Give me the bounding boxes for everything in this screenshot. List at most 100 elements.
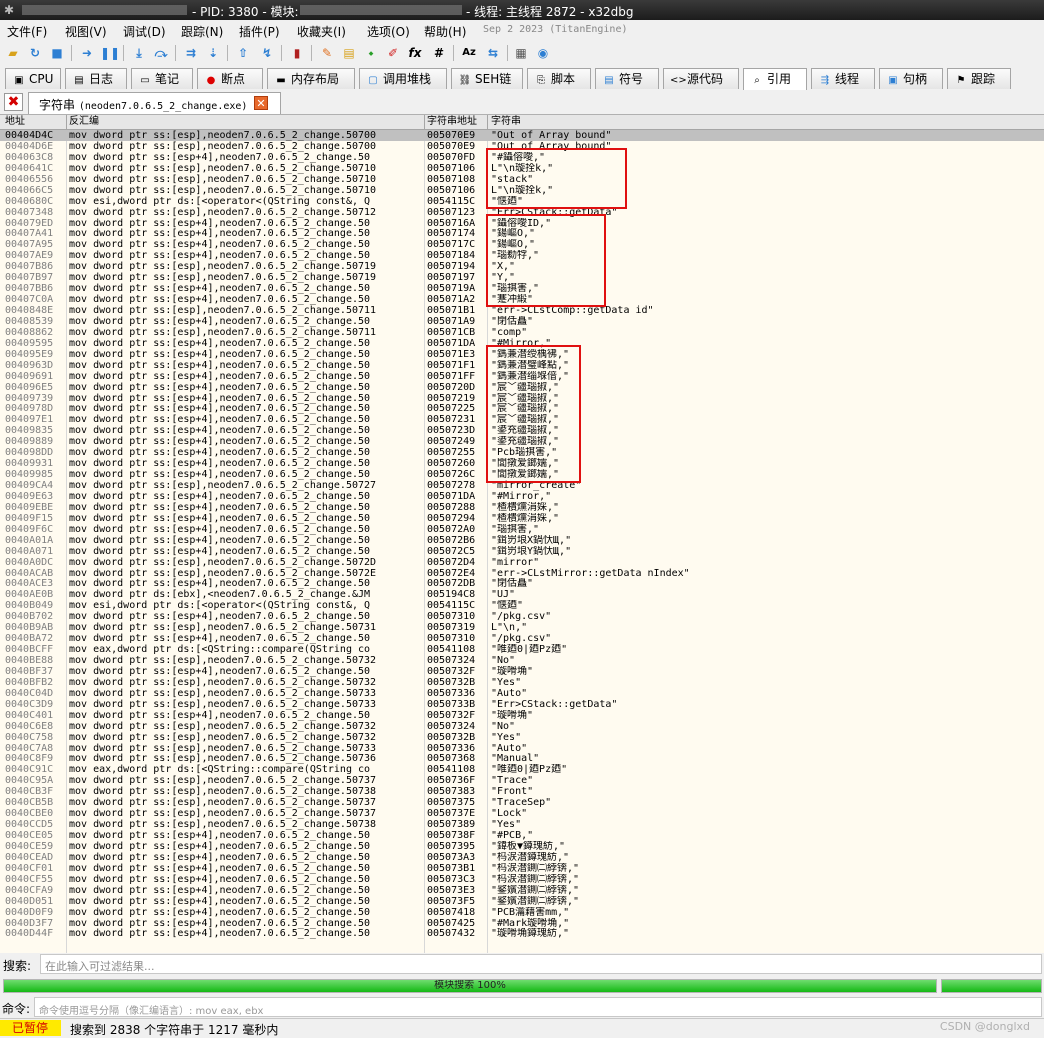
menu-file[interactable]: 文件(F) (7, 23, 47, 40)
table-row[interactable]: 0040D3F7 mov dword ptr ss:[esp+4],neoden7… (0, 918, 1044, 929)
table-row[interactable]: 0040CCD5 mov dword ptr ss:[esp],neoden7.0… (0, 819, 1044, 830)
step-over-icon[interactable]: ⤼ (152, 44, 170, 62)
tab-seh-chain[interactable]: ⛓ SEH链 (451, 68, 523, 89)
help-icon[interactable]: ◉ (534, 44, 552, 62)
command-input[interactable]: 命令使用逗号分隔（像汇编语言）: mov eax, ebx (34, 997, 1042, 1017)
open-icon[interactable]: ▰ (4, 44, 22, 62)
tab-cpu[interactable]: ▣ CPU (5, 68, 61, 89)
table-row[interactable]: 0040CBE0 mov dword ptr ss:[esp],neoden7.0… (0, 808, 1044, 819)
table-row[interactable]: 00408862 mov dword ptr ss:[esp],neoden7.0… (0, 327, 1044, 338)
table-row[interactable]: 0040C3D9 mov dword ptr ss:[esp],neoden7.0… (0, 699, 1044, 710)
function-icon[interactable]: fx (406, 44, 424, 62)
tab-notes[interactable]: ▭ 笔记 (131, 68, 193, 89)
table-row[interactable]: 0040BA72 mov dword ptr ss:[esp+4],neoden7… (0, 633, 1044, 644)
hash-icon[interactable]: # (430, 44, 448, 62)
calculator-icon[interactable]: ▦ (512, 44, 530, 62)
menu-debug[interactable]: 调试(D) (123, 23, 166, 40)
table-row[interactable]: 0040CF55 mov dword ptr ss:[esp+4],neoden7… (0, 874, 1044, 885)
table-row[interactable]: 0040CEAD mov dword ptr ss:[esp+4],neoden7… (0, 852, 1044, 863)
table-row[interactable]: 0040CE05 mov dword ptr ss:[esp+4],neoden7… (0, 830, 1044, 841)
table-row[interactable]: 0040C91C mov eax,dword ptr ds:[<QString::… (0, 764, 1044, 775)
tab-script[interactable]: ⎘ 脚本 (527, 68, 591, 89)
tab-memory-map[interactable]: ▬ 内存布局 (267, 68, 355, 89)
table-row[interactable]: 00408539 mov dword ptr ss:[esp+4],neoden7… (0, 316, 1044, 327)
restart-icon[interactable]: ↻ (26, 44, 44, 62)
trace-over-icon[interactable]: ⇣ (204, 44, 222, 62)
table-row[interactable]: 00409EBE mov dword ptr ss:[esp+4],neoden7… (0, 502, 1044, 513)
table-row[interactable]: 0040C6E8 mov dword ptr ss:[esp],neoden7.0… (0, 721, 1044, 732)
menu-trace[interactable]: 跟踪(N) (181, 23, 223, 40)
table-row[interactable]: 0040C401 mov dword ptr ss:[esp+4],neoden7… (0, 710, 1044, 721)
table-row[interactable]: 0040BE88 mov dword ptr ss:[esp],neoden7.0… (0, 655, 1044, 666)
scylla-icon[interactable]: ▮ (288, 44, 306, 62)
table-row[interactable]: 0040D0F9 mov dword ptr ss:[esp+4],neoden7… (0, 907, 1044, 918)
tab-handles[interactable]: ▣ 句柄 (879, 68, 943, 89)
stop-icon[interactable]: ■ (48, 44, 66, 62)
table-row[interactable]: 0040B702 mov dword ptr ss:[esp+4],neoden7… (0, 611, 1044, 622)
tab-threads[interactable]: ⇶ 线程 (811, 68, 875, 89)
menu-help[interactable]: 帮助(H) (424, 23, 466, 40)
table-row[interactable]: 00409F6C mov dword ptr ss:[esp+4],neoden7… (0, 524, 1044, 535)
column-header-disassembly[interactable]: 反汇编 (69, 115, 99, 129)
tab-log[interactable]: ▤ 日志 (65, 68, 127, 89)
table-row[interactable]: 0040C04D mov dword ptr ss:[esp],neoden7.0… (0, 688, 1044, 699)
menu-plugins[interactable]: 插件(P) (239, 23, 280, 40)
tab-call-stack[interactable]: ▢ 调用堆栈 (359, 68, 447, 89)
menu-options[interactable]: 选项(O) (367, 23, 410, 40)
bookmark-icon[interactable]: ✐ (384, 44, 402, 62)
patch-icon[interactable]: ✎ (318, 44, 336, 62)
close-tab-icon[interactable]: ✕ (254, 96, 268, 110)
cell-string-address: 00507324 (427, 720, 476, 732)
tab-references[interactable]: ⌕ 引用 (743, 68, 807, 91)
table-row[interactable]: 0040BCFF mov eax,dword ptr ds:[<QString::… (0, 644, 1044, 655)
close-all-references-button[interactable]: ✖ (4, 93, 23, 111)
table-row[interactable]: 0040BFB2 mov dword ptr ss:[esp],neoden7.0… (0, 677, 1044, 688)
tab-breakpoints[interactable]: ● 断点 (197, 68, 263, 89)
subtab-strings[interactable]: 字符串 (neoden7.0.6.5_2_change.exe) ✕ (28, 92, 281, 114)
table-row[interactable]: 0040A071 mov dword ptr ss:[esp+4],neoden7… (0, 546, 1044, 557)
step-into-icon[interactable]: ⤓ (130, 44, 148, 62)
tab-symbols[interactable]: ▤ 符号 (595, 68, 659, 89)
tab-source[interactable]: <>源代码 (663, 68, 739, 89)
table-row[interactable]: 0040B049 mov esi,dword ptr ds:[<operator<… (0, 600, 1044, 611)
table-row[interactable]: 0040A01A mov dword ptr ss:[esp+4],neoden7… (0, 535, 1044, 546)
table-row[interactable]: 0040CFA9 mov dword ptr ss:[esp+4],neoden7… (0, 885, 1044, 896)
search-input[interactable]: 在此输入可过滤结果... (40, 954, 1042, 974)
string-references-table[interactable]: 地址 反汇编 字符串地址 字符串 00404D4C mov dword ptr s… (0, 115, 1044, 953)
comment-icon[interactable]: ▤ (340, 44, 358, 62)
table-row[interactable]: 0040CF01 mov dword ptr ss:[esp+4],neoden7… (0, 863, 1044, 874)
table-row[interactable]: 0040BF37 mov dword ptr ss:[esp+4],neoden7… (0, 666, 1044, 677)
table-row[interactable]: 00404D4C mov dword ptr ss:[esp],neoden7.0… (0, 130, 1044, 141)
table-row[interactable]: 0040ACAB mov dword ptr ss:[esp],neoden7.0… (0, 568, 1044, 579)
column-header-string-address[interactable]: 字符串地址 (427, 115, 477, 129)
font-icon[interactable]: Az (460, 44, 478, 62)
table-row[interactable]: 0040D44F mov dword ptr ss:[esp+4],neoden7… (0, 928, 1044, 939)
table-row[interactable]: 0040ACE3 mov dword ptr ss:[esp+4],neoden7… (0, 578, 1044, 589)
run-to-user-code-icon[interactable]: ↯ (258, 44, 276, 62)
execute-till-return-icon[interactable]: ⇧ (234, 44, 252, 62)
table-row[interactable]: 0040A0DC mov dword ptr ss:[esp],neoden7.0… (0, 557, 1044, 568)
table-row[interactable]: 0040C95A mov dword ptr ss:[esp],neoden7.0… (0, 775, 1044, 786)
tab-trace[interactable]: ⚑ 跟踪 (947, 68, 1011, 89)
column-header-string[interactable]: 字符串 (491, 115, 521, 129)
table-row[interactable]: 0040C758 mov dword ptr ss:[esp],neoden7.0… (0, 732, 1044, 743)
table-row[interactable]: 0040B9AB mov dword ptr ss:[esp],neoden7.0… (0, 622, 1044, 633)
label-icon[interactable]: ⬩ (362, 44, 380, 62)
column-header-address[interactable]: 地址 (5, 115, 25, 129)
bookmarks-icon[interactable]: ⇆ (484, 44, 502, 62)
cell-address: 0040CB5B (5, 797, 54, 809)
table-row[interactable]: 0040AE0B mov dword ptr ds:[ebx],<neoden7.… (0, 589, 1044, 600)
table-row[interactable]: 0040CE59 mov dword ptr ss:[esp+4],neoden7… (0, 841, 1044, 852)
table-row[interactable]: 00409E63 mov dword ptr ss:[esp+4],neoden7… (0, 491, 1044, 502)
trace-into-icon[interactable]: ⇉ (182, 44, 200, 62)
table-row[interactable]: 0040C7A8 mov dword ptr ss:[esp],neoden7.0… (0, 743, 1044, 754)
table-row[interactable]: 0040CB5B mov dword ptr ss:[esp],neoden7.0… (0, 797, 1044, 808)
run-icon[interactable]: ➜ (78, 44, 96, 62)
table-row[interactable]: 0040D051 mov dword ptr ss:[esp+4],neoden7… (0, 896, 1044, 907)
menu-favourites[interactable]: 收藏夹(I) (297, 23, 346, 40)
pause-icon[interactable]: ❚❚ (100, 44, 120, 62)
table-row[interactable]: 0040C8F9 mov dword ptr ss:[esp],neoden7.0… (0, 753, 1044, 764)
table-row[interactable]: 0040CB3F mov dword ptr ss:[esp],neoden7.0… (0, 786, 1044, 797)
table-row[interactable]: 00409F15 mov dword ptr ss:[esp+4],neoden7… (0, 513, 1044, 524)
menu-view[interactable]: 视图(V) (65, 23, 107, 40)
